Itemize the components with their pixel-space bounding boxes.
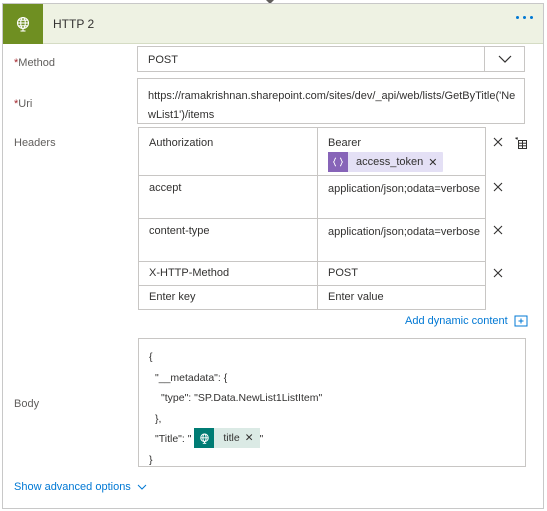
table-row: accept application/json;odata=verbose (138, 175, 486, 219)
body-text: "Title": " (155, 433, 192, 445)
method-label: *Method (14, 57, 55, 69)
table-row: content-type application/json;odata=verb… (138, 218, 486, 262)
globe-icon (194, 428, 215, 449)
method-value: POST (148, 54, 178, 66)
header-value-input[interactable]: Bearer access_token ✕ (317, 127, 486, 176)
body-label: Body (14, 398, 40, 410)
card-header[interactable]: HTTP 2 (3, 4, 543, 44)
remove-token-icon[interactable]: ✕ (245, 428, 260, 449)
add-dynamic-content-icon (514, 315, 528, 327)
table-row: X-HTTP-Method POST (138, 261, 486, 286)
body-input[interactable]: {"__metadata": { "type": "SP.Data.NewList… (138, 338, 526, 467)
header-key-input[interactable]: Authorization (138, 127, 318, 176)
table-row: Authorization Bearer access_token ✕ (138, 127, 486, 176)
new-header-key-input[interactable]: Enter key (138, 285, 318, 310)
text-mode-icon[interactable] (515, 137, 529, 151)
body-content: {"__metadata": { "type": "SP.Data.NewList… (149, 347, 322, 470)
access-token-chip[interactable]: access_token ✕ (328, 152, 444, 172)
show-advanced-options-link[interactable]: Show advanced options (14, 481, 147, 493)
uri-value: https://ramakrishnan.sharepoint.com/site… (148, 90, 516, 121)
body-line: { (149, 351, 153, 363)
body-line: "Title": " title ✕ " (149, 428, 322, 450)
title-token-chip[interactable]: title ✕ (194, 428, 260, 449)
body-line: "__metadata": { (155, 371, 228, 384)
token-label: title (223, 431, 240, 444)
header-value-input[interactable]: application/json;odata=verbose (317, 175, 486, 219)
card-title[interactable]: HTTP 2 (53, 17, 94, 31)
token-label: access_token (356, 156, 424, 168)
globe-icon (3, 4, 43, 44)
advanced-options-label: Show advanced options (14, 481, 131, 493)
body-line: }, (155, 412, 162, 425)
uri-label: *Uri (14, 98, 33, 110)
add-dynamic-content-link[interactable]: Add dynamic content (405, 315, 528, 327)
header-key-input[interactable]: accept (138, 175, 318, 219)
body-line: } (149, 453, 153, 466)
chevron-down-icon[interactable] (484, 47, 524, 71)
expression-icon (328, 152, 348, 172)
remove-header-button[interactable] (491, 180, 505, 194)
body-line: "type": "SP.Data.NewList1ListItem" (161, 392, 323, 404)
add-dynamic-content-label: Add dynamic content (405, 315, 508, 327)
header-key-input[interactable]: content-type (138, 218, 318, 262)
header-key-input[interactable]: X-HTTP-Method (138, 261, 318, 286)
uri-input[interactable]: https://ramakrishnan.sharepoint.com/site… (137, 78, 525, 124)
headers-label: Headers (14, 137, 56, 149)
remove-header-button[interactable] (491, 223, 505, 237)
header-value-input[interactable]: application/json;odata=verbose (317, 218, 486, 262)
body-text: " (259, 433, 264, 445)
remove-token-icon[interactable]: ✕ (428, 156, 443, 169)
header-value-text: Bearer (328, 137, 362, 149)
header-value-input[interactable]: POST (317, 261, 486, 286)
new-header-value-input[interactable]: Enter value (317, 285, 486, 310)
remove-header-button[interactable] (491, 135, 505, 149)
headers-table: Authorization Bearer access_token ✕ acce… (138, 127, 486, 310)
chevron-down-icon (137, 484, 147, 490)
method-dropdown[interactable]: POST (137, 46, 525, 72)
table-row: Enter key Enter value (138, 285, 486, 310)
remove-header-button[interactable] (491, 266, 505, 280)
more-options-icon[interactable] (516, 16, 533, 19)
